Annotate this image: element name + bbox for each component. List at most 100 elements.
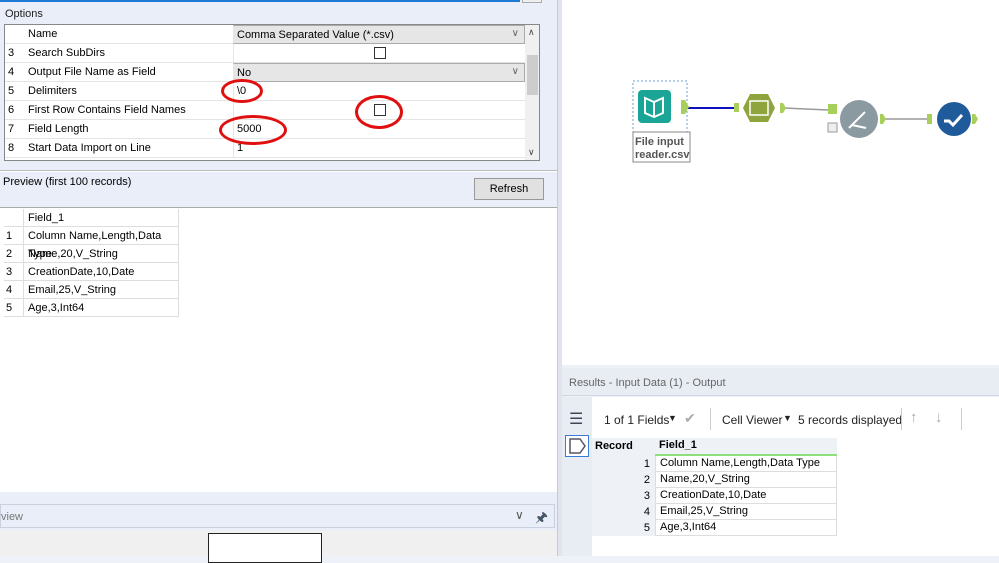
checkbox[interactable] — [374, 47, 386, 59]
results-title: Results - Input Data (1) - Output — [569, 377, 726, 389]
tool-caption: reader.csv — [635, 149, 690, 161]
row-label: Search SubDirs — [28, 47, 106, 59]
row-number: 1 — [6, 230, 13, 242]
bottom-panel-header: view ∨ 🖈︎ — [0, 504, 555, 528]
table-row: 1 Column Name,Length,Data Type — [592, 456, 838, 472]
options-grid: Name Comma Separated Value (*.csv) ∨ 3 Sea… — [4, 24, 540, 161]
cell[interactable]: Age,3,Int64 — [655, 520, 837, 536]
caret-down-icon[interactable]: ▼ — [668, 413, 677, 423]
browse-output-tool[interactable] — [927, 102, 978, 136]
preview-row: 3 CreationDate,10,Date — [4, 263, 179, 281]
annotation-circle — [355, 95, 403, 129]
cell[interactable]: CreationDate,10,Date — [23, 263, 179, 281]
table-row: 3 CreationDate,10,Date — [592, 488, 838, 504]
results-header: Results - Input Data (1) - Output — [562, 368, 999, 396]
annotation-circle — [219, 115, 287, 145]
options-label: Options — [5, 8, 43, 20]
refresh-button[interactable]: Refresh — [474, 178, 544, 200]
pin-icon[interactable]: 🖈︎ — [535, 507, 548, 531]
fields-selector[interactable]: 1 of 1 Fields — [604, 413, 669, 427]
row-number: 2 — [6, 248, 13, 260]
metadata-view-icon[interactable] — [565, 435, 589, 457]
configuration-panel: Options Name Comma Separated Value (*.cs… — [0, 0, 557, 563]
chevron-down-icon[interactable]: ∨ — [515, 508, 524, 522]
panel-title: view — [1, 511, 24, 523]
cell[interactable]: Email,25,V_String — [655, 504, 837, 520]
preview-row: 5 Age,3,Int64 — [4, 299, 179, 317]
arrow-down-icon[interactable]: ↓ — [935, 409, 943, 426]
record-number: 5 — [592, 520, 655, 536]
dynamic-rename-tool[interactable] — [827, 100, 886, 138]
divider — [901, 408, 902, 430]
annotation-circle — [221, 79, 263, 103]
dropdown-value: No — [237, 67, 252, 79]
dropdown-value: Comma Separated Value (*.csv) — [237, 29, 394, 41]
preview-row: 1 Column Name,Length,Data Type — [4, 227, 179, 260]
checkmark-icon[interactable]: ✔ — [684, 410, 696, 427]
workflow-canvas[interactable]: File input reader.csv — [562, 0, 999, 365]
text-to-columns-tool[interactable] — [734, 94, 786, 122]
cell[interactable]: CreationDate,10,Date — [655, 488, 837, 504]
scroll-down-icon[interactable]: ∨ — [528, 147, 535, 158]
table-row: 4 Email,25,V_String — [592, 504, 838, 520]
record-number: 4 — [592, 504, 655, 520]
chevron-down-icon: ∨ — [511, 66, 519, 77]
records-count: 5 records displayed — [798, 413, 903, 427]
row-label: First Row Contains Field Names — [28, 104, 186, 116]
arrow-up-icon[interactable]: ↑ — [910, 409, 918, 426]
row-number: 3 — [6, 266, 13, 278]
record-number: 3 — [592, 488, 655, 504]
options-row: 4 Output File Name as Field No ∨ — [5, 63, 525, 82]
scroll-thumb[interactable] — [527, 55, 538, 95]
file-format-dropdown[interactable]: Comma Separated Value (*.csv) ∨ — [233, 25, 525, 44]
row-number: 3 — [8, 47, 15, 59]
column-header: Field_1 — [23, 209, 179, 227]
results-panel: ☰ 1 of 1 Fields ▼ ✔ Cell Viewer ▼ 5 reco… — [562, 397, 999, 556]
row-number: 4 — [6, 284, 13, 296]
chevron-down-icon: ∨ — [511, 28, 519, 39]
cell[interactable]: Column Name,Length,Data Type — [655, 456, 837, 472]
column-header-record[interactable]: Record — [592, 438, 655, 456]
preview-label: Preview (first 100 records) — [3, 176, 132, 188]
options-scrollbar[interactable]: ∧ ∨ — [525, 25, 539, 160]
connection — [783, 107, 829, 111]
cell-viewer-selector[interactable]: Cell Viewer — [722, 413, 782, 427]
preview-row: 4 Email,25,V_String — [4, 281, 179, 299]
results-sidebar: ☰ — [562, 397, 592, 556]
value-cell — [233, 44, 525, 63]
divider — [710, 408, 711, 430]
table-header: Record Field_1 — [592, 438, 838, 456]
cell[interactable]: Email,25,V_String — [23, 281, 179, 299]
record-number: 1 — [592, 456, 655, 472]
divider — [0, 170, 557, 172]
row-label: Field Length — [28, 123, 89, 135]
preview-header: Field_1 — [4, 209, 179, 227]
row-number: 8 — [8, 142, 15, 154]
dropdown[interactable]: No ∨ — [233, 63, 525, 82]
overview-viewport[interactable] — [208, 533, 322, 563]
cell[interactable]: Column Name,Length,Data Type — [23, 227, 179, 260]
row-number: 7 — [8, 123, 15, 135]
column-header-field[interactable]: Field_1 — [655, 438, 837, 456]
cell[interactable]: Name,20,V_String — [23, 245, 179, 263]
row-label: Output File Name as Field — [28, 66, 156, 78]
row-label: Name — [28, 28, 58, 40]
tool-caption: File input — [635, 136, 684, 148]
workflow-diagram: File input reader.csv — [632, 80, 978, 163]
row-label: Delimiters — [28, 85, 77, 97]
caret-down-icon[interactable]: ▼ — [783, 413, 792, 423]
scroll-up-icon[interactable]: ∧ — [528, 27, 535, 38]
preview-grid: Field_1 1 Column Name,Length,Data Type 2 Na… — [0, 207, 557, 492]
preview-row: 2 Name,20,V_String — [4, 245, 179, 263]
options-row-name: Name Comma Separated Value (*.csv) ∨ — [5, 25, 525, 44]
table-row: 5 Age,3,Int64 — [592, 520, 838, 536]
value-input[interactable]: 1 — [233, 139, 525, 158]
row-number: 5 — [6, 302, 13, 314]
row-number: 4 — [8, 66, 15, 78]
browse-button[interactable] — [522, 0, 542, 3]
row-label: Start Data Import on Line — [28, 142, 151, 154]
cell[interactable]: Name,20,V_String — [655, 472, 837, 488]
table-view-icon[interactable]: ☰ — [569, 409, 583, 429]
row-number: 5 — [8, 85, 15, 97]
cell[interactable]: Age,3,Int64 — [23, 299, 179, 317]
